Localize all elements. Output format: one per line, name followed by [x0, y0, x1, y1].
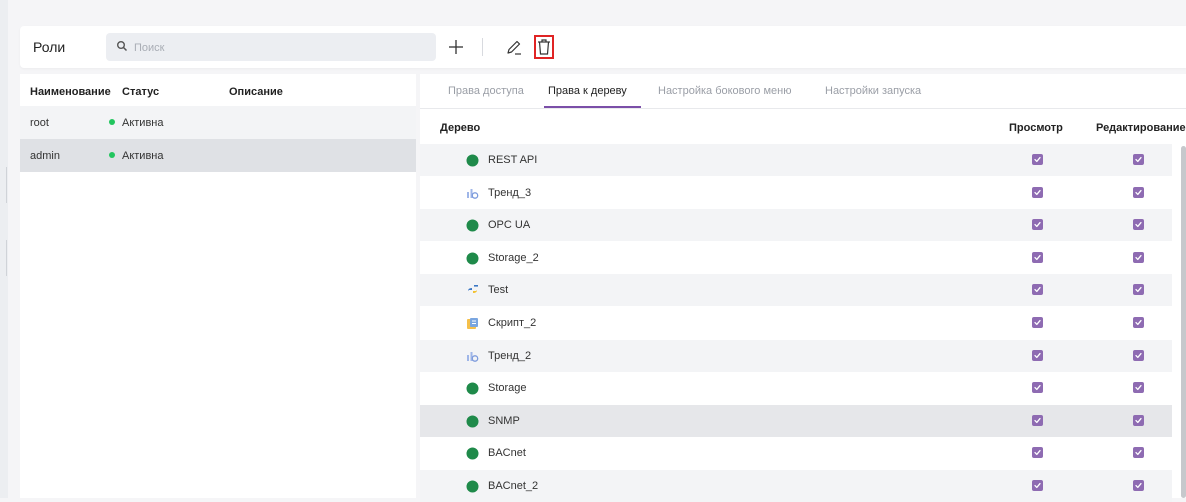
- status-dot: [109, 119, 115, 125]
- edit-button[interactable]: [502, 35, 526, 59]
- tree-row[interactable]: Тренд_2: [420, 339, 1172, 372]
- view-checkbox[interactable]: [1032, 284, 1043, 296]
- view-checkbox[interactable]: [1032, 447, 1043, 459]
- tree-item-name: Test: [488, 284, 509, 297]
- add-button[interactable]: [444, 35, 468, 59]
- tab-side-menu-settings[interactable]: Настройка бокового меню: [658, 85, 791, 97]
- roles-panel: Наименование Статус Описание root Активн…: [20, 74, 416, 498]
- edge-divider: [6, 240, 7, 276]
- view-checkbox[interactable]: [1032, 382, 1043, 394]
- edit-checkbox[interactable]: [1133, 447, 1144, 459]
- edit-checkbox[interactable]: [1133, 317, 1144, 328]
- tree-row[interactable]: OPC UA: [420, 209, 1172, 242]
- column-header-tree: Дерево: [440, 122, 481, 134]
- green-node-icon: [466, 252, 479, 265]
- tab-launch-settings[interactable]: Настройки запуска: [825, 85, 921, 97]
- rights-panel: Права доступа Права к дереву Настройка б…: [420, 74, 1186, 502]
- edge-divider: [6, 167, 7, 203]
- edit-checkbox[interactable]: [1133, 251, 1144, 263]
- tree-row[interactable]: REST API: [420, 144, 1172, 176]
- role-status: Активна: [109, 117, 164, 129]
- edit-checkbox[interactable]: [1133, 284, 1144, 296]
- column-header-view: Просмотр: [1009, 122, 1063, 134]
- edit-checkbox[interactable]: [1133, 186, 1144, 198]
- trend-icon: [466, 350, 479, 363]
- green-node-icon: [466, 154, 479, 167]
- trend-icon: [466, 187, 479, 200]
- role-row-admin[interactable]: admin Активна: [20, 139, 416, 172]
- edit-checkbox[interactable]: [1133, 414, 1144, 426]
- edit-checkbox[interactable]: [1133, 480, 1144, 491]
- status-dot: [109, 152, 115, 158]
- tree-row[interactable]: Storage_2: [420, 242, 1172, 274]
- view-checkbox[interactable]: [1032, 186, 1043, 198]
- search-icon: [117, 41, 128, 52]
- green-node-icon: [466, 480, 479, 493]
- tree-row[interactable]: SNMP: [420, 404, 1172, 437]
- view-checkbox[interactable]: [1032, 251, 1043, 263]
- trash-icon: [538, 39, 550, 55]
- role-status: Активна: [109, 150, 164, 162]
- green-node-icon: [466, 219, 479, 232]
- edit-checkbox[interactable]: [1133, 219, 1144, 231]
- tree-row[interactable]: Storage: [420, 372, 1172, 404]
- green-node-icon: [466, 382, 479, 395]
- tree-item-name: Тренд_3: [488, 186, 532, 199]
- view-checkbox[interactable]: [1032, 219, 1043, 231]
- delete-button[interactable]: [532, 35, 556, 59]
- role-row-root[interactable]: root Активна: [20, 106, 416, 139]
- tree-item-name: Storage_2: [488, 251, 539, 264]
- column-header-name: Наименование: [30, 86, 111, 98]
- column-header-description: Описание: [229, 86, 283, 98]
- python-icon: [466, 284, 479, 297]
- tree-item-name: Storage: [488, 382, 527, 395]
- green-node-icon: [466, 415, 479, 428]
- tree-item-name: Скрипт_2: [488, 317, 537, 329]
- tree-row[interactable]: Скрипт_2: [420, 307, 1172, 339]
- plus-icon: [449, 40, 463, 54]
- tree-item-name: SNMP: [488, 414, 520, 427]
- search-box[interactable]: [106, 33, 436, 61]
- tree-row[interactable]: Тренд_3: [420, 177, 1172, 209]
- script-icon: [466, 317, 479, 330]
- view-checkbox[interactable]: [1032, 414, 1043, 426]
- search-input[interactable]: [132, 38, 426, 58]
- toolbar-divider: [482, 38, 483, 56]
- tab-bar: Права доступа Права к дереву Настройка б…: [420, 74, 1186, 109]
- page-title: Роли: [33, 39, 66, 55]
- edit-checkbox[interactable]: [1133, 382, 1144, 394]
- column-header-status: Статус: [122, 86, 160, 98]
- roles-table-header: Наименование Статус Описание: [20, 74, 416, 106]
- tree-row[interactable]: BACnet: [420, 437, 1172, 469]
- view-checkbox[interactable]: [1032, 349, 1043, 361]
- tab-access-rights[interactable]: Права доступа: [448, 85, 524, 97]
- tree-table-header: Дерево Просмотр Редактирование: [420, 108, 1186, 142]
- tree-row[interactable]: BACnet_2: [420, 470, 1172, 502]
- left-edge-strip: [0, 0, 8, 498]
- tab-tree-rights[interactable]: Права к дереву: [548, 85, 627, 97]
- delete-highlight-frame: [534, 35, 554, 59]
- roles-toolbar: Роли: [20, 26, 1186, 68]
- role-name: root: [30, 117, 49, 129]
- green-node-icon: [466, 447, 479, 460]
- view-checkbox[interactable]: [1032, 317, 1043, 328]
- column-header-edit: Редактирование: [1096, 122, 1186, 134]
- view-checkbox[interactable]: [1032, 480, 1043, 491]
- role-name: admin: [30, 150, 60, 162]
- pencil-icon: [507, 40, 521, 55]
- tree-item-name: REST API: [488, 154, 538, 166]
- tree-item-name: OPC UA: [488, 219, 531, 232]
- scrollbar-thumb[interactable]: [1181, 146, 1186, 498]
- tree-row[interactable]: Test: [420, 274, 1172, 307]
- tree-item-name: Тренд_2: [488, 349, 532, 362]
- tree-item-name: BACnet: [488, 447, 526, 460]
- edit-checkbox[interactable]: [1133, 154, 1144, 165]
- view-checkbox[interactable]: [1032, 154, 1043, 165]
- tree-item-name: BACnet_2: [488, 480, 539, 492]
- edit-checkbox[interactable]: [1133, 349, 1144, 361]
